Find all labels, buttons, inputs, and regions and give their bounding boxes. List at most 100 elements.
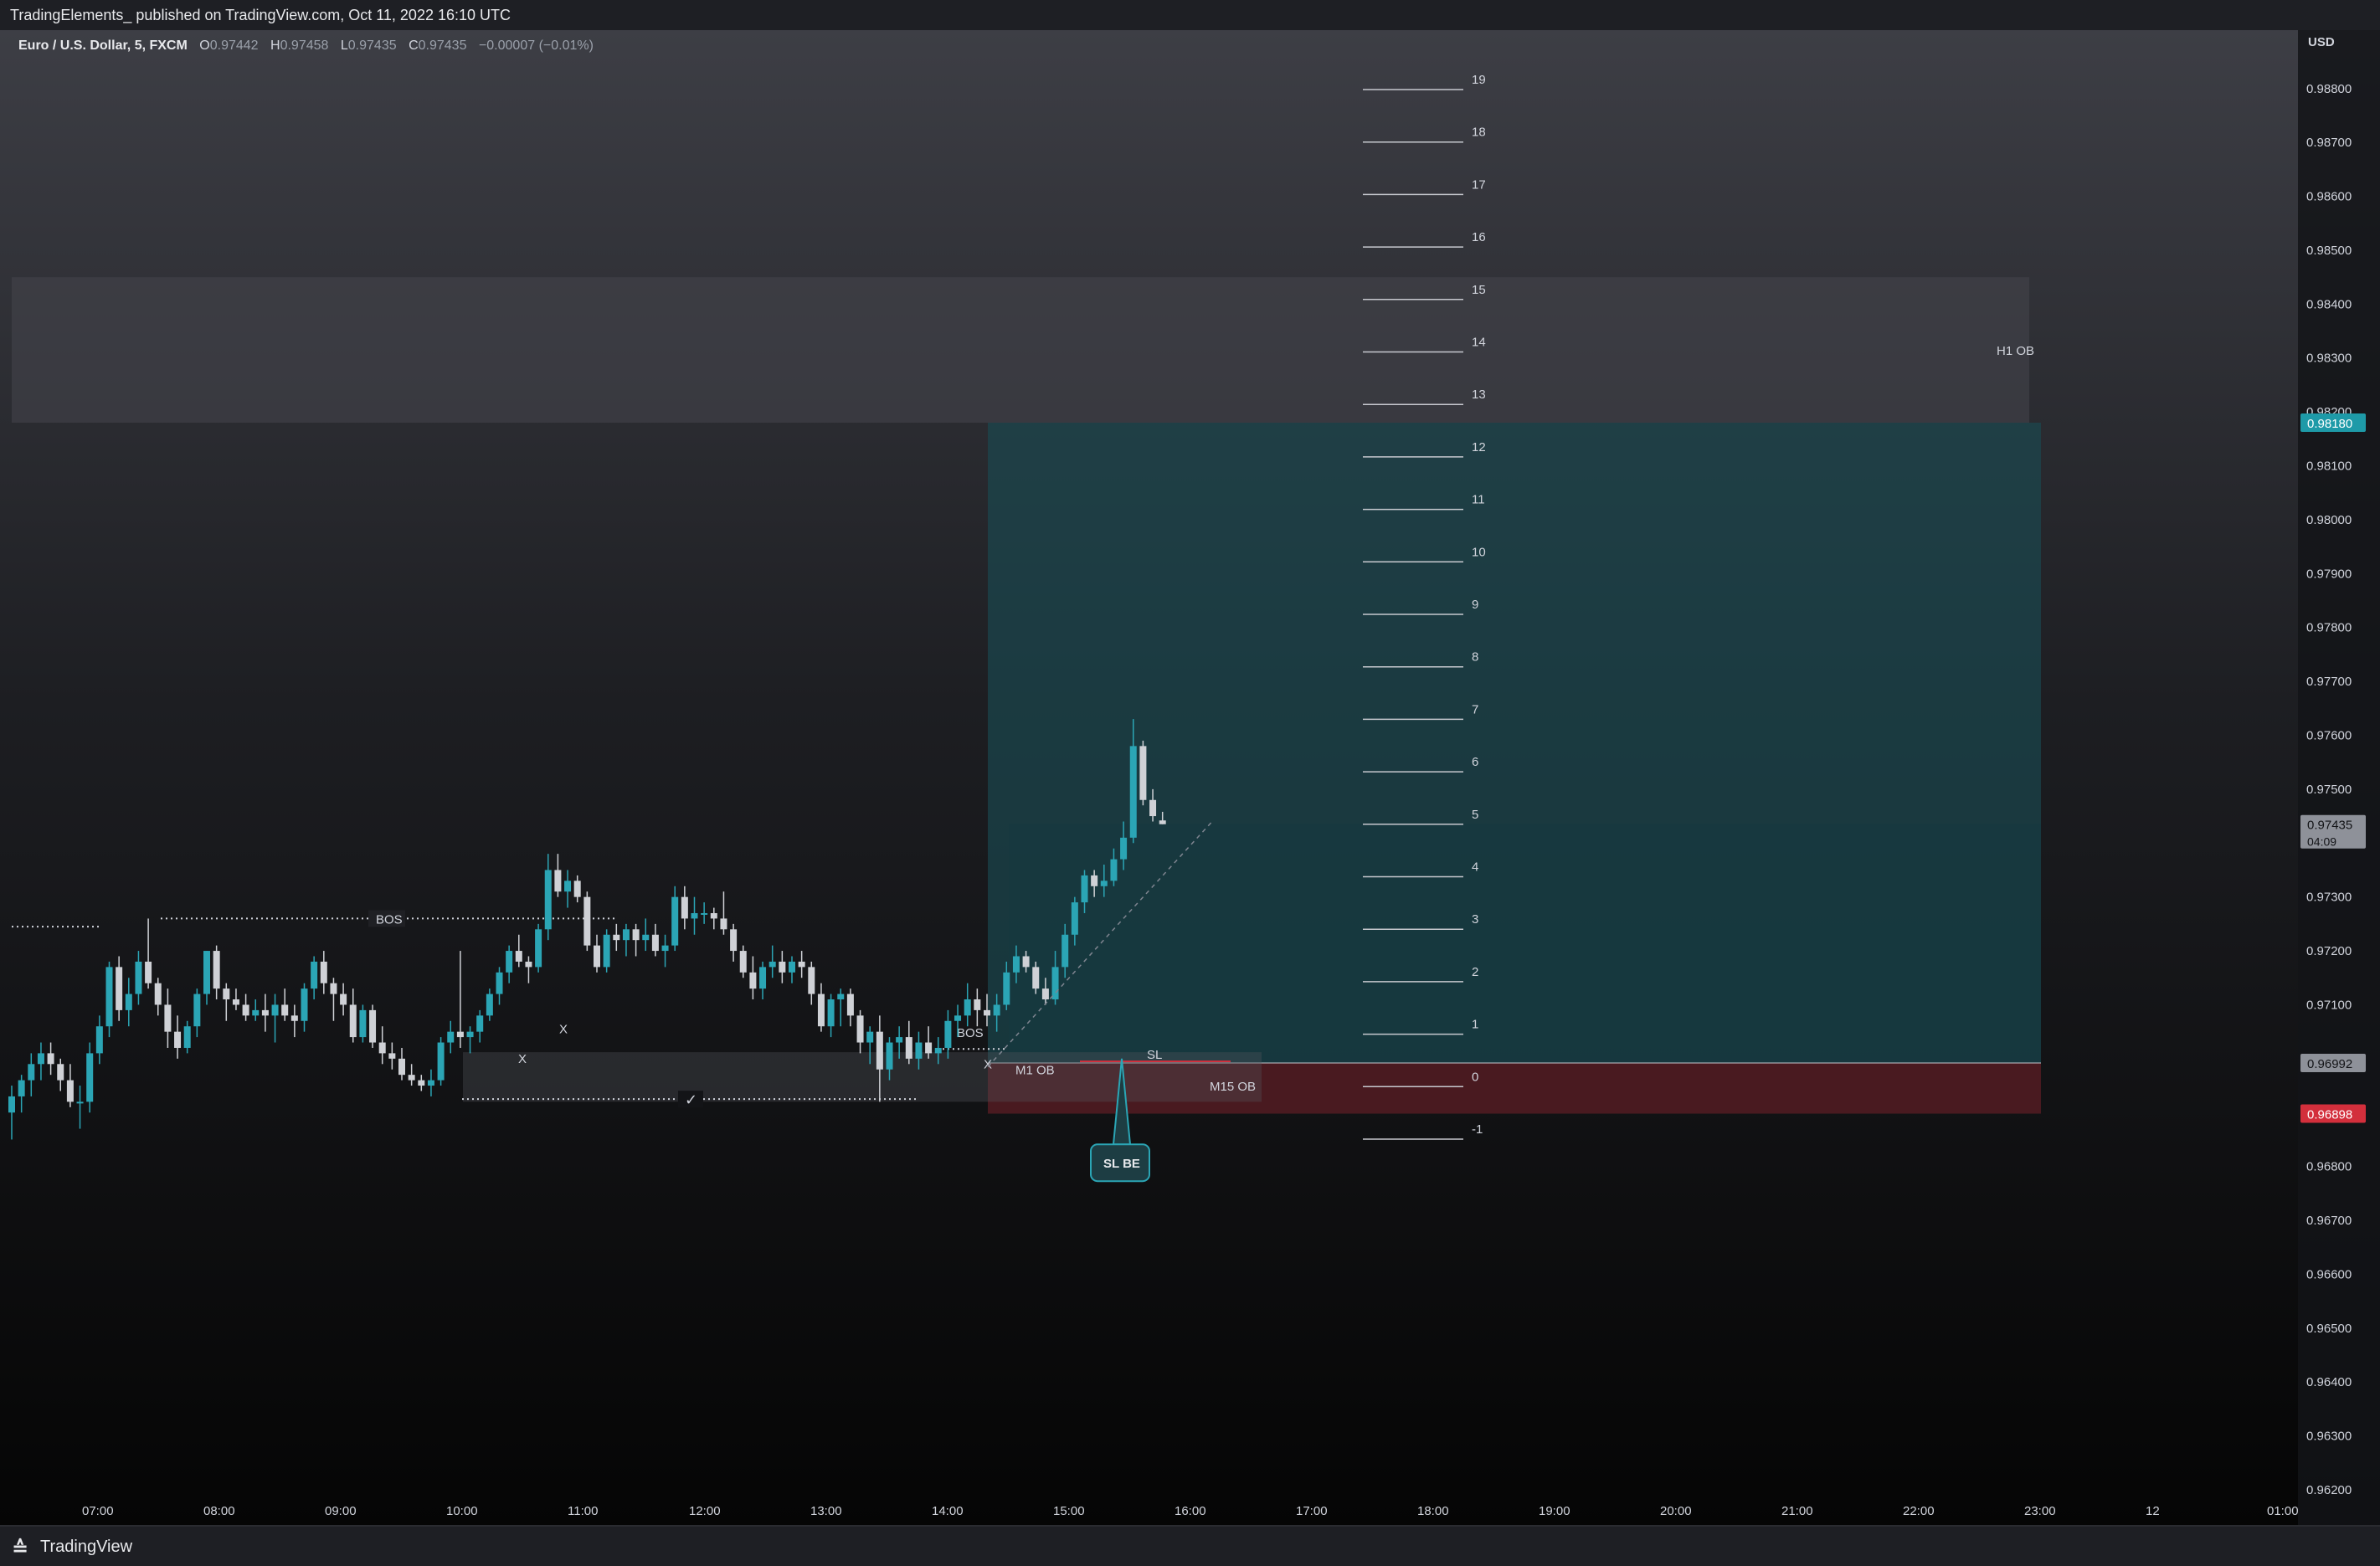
low-value: 0.97435 <box>347 39 397 53</box>
candle-body <box>613 934 620 941</box>
candle-body <box>701 912 708 915</box>
price-tick: 0.97900 <box>2306 567 2352 581</box>
candle-body <box>1139 746 1147 800</box>
candle-body <box>232 999 239 1005</box>
candle-body <box>330 983 337 994</box>
time-tick: 08:00 <box>203 1504 235 1518</box>
fib-label-17: 17 <box>1472 177 1486 192</box>
close-value: 0.97435 <box>418 39 467 53</box>
candle-body <box>846 994 854 1016</box>
candle-body <box>496 972 503 994</box>
price-tick: 0.98000 <box>2306 513 2352 527</box>
candle-body <box>720 918 727 930</box>
change-value: −0.00007 (−0.01%) <box>478 39 594 53</box>
fib-label-9: 9 <box>1472 598 1478 612</box>
open-pnl-zone <box>1009 824 2041 1063</box>
candle-body <box>896 1037 903 1043</box>
price-tick: 0.97300 <box>2306 891 2352 905</box>
candle-body <box>1071 902 1078 935</box>
fib-label-2: 2 <box>1472 965 1478 979</box>
time-tick: 12:00 <box>689 1504 721 1518</box>
time-tick: 10:00 <box>446 1504 478 1518</box>
candle-body <box>856 1015 864 1043</box>
candle-body <box>1051 967 1059 1000</box>
candle-body <box>66 1080 74 1102</box>
candle-body <box>808 967 815 994</box>
candle-body <box>739 951 747 973</box>
candle-body <box>622 929 630 941</box>
candle-body <box>730 929 738 952</box>
candle-body <box>691 912 698 919</box>
price-tick: 0.98700 <box>2306 136 2352 150</box>
symbol-name[interactable]: Euro / U.S. Dollar, 5, FXCM <box>18 39 188 53</box>
candle-body <box>466 1031 474 1038</box>
candle-body <box>1081 875 1088 903</box>
time-tick: 20:00 <box>1660 1504 1692 1518</box>
sl-be-label: SL BE <box>1103 1157 1140 1171</box>
candle-body <box>798 961 805 968</box>
candle-body <box>281 1004 289 1016</box>
candle-body <box>594 945 600 968</box>
candle-body <box>974 999 981 1010</box>
price-badge-label-target: 0.98180 <box>2307 417 2352 431</box>
candle-body <box>1120 837 1128 860</box>
candle-body <box>837 994 845 1000</box>
candle-body <box>28 1064 35 1081</box>
candle-body <box>105 967 113 1027</box>
candle-body <box>1012 956 1020 973</box>
fib-label-8: 8 <box>1472 650 1478 665</box>
candle-body <box>1061 934 1069 968</box>
open-label: O <box>199 39 210 53</box>
check-mark: ✓ <box>685 1091 697 1108</box>
m15-ob-label: M15 OB <box>1210 1080 1256 1094</box>
fib-label-4: 4 <box>1472 860 1478 875</box>
candle-body <box>525 961 532 968</box>
candle-body <box>349 1004 357 1038</box>
candle-body <box>671 896 679 946</box>
tradingview-brand[interactable]: TradingView <box>40 1538 132 1557</box>
candle-body <box>934 1047 942 1054</box>
chart-area[interactable]: H1 OB M15 OB M1 OB SL BOS ✓ BOS 19 18 17 16 15 14 13 1… <box>0 30 2380 1525</box>
fib-label-10: 10 <box>1472 545 1486 559</box>
candle-body <box>1032 967 1040 989</box>
candle-body <box>544 870 552 930</box>
time-tick: 21:00 <box>1781 1504 1813 1518</box>
fib-label-6: 6 <box>1472 755 1478 769</box>
candle-body <box>876 1031 883 1070</box>
price-tick: 0.97500 <box>2306 783 2352 797</box>
candle-body <box>145 961 152 983</box>
candle-body <box>359 1009 367 1038</box>
candle-body <box>213 951 220 989</box>
time-tick: 09:00 <box>325 1504 357 1518</box>
price-tick: 0.98500 <box>2306 244 2352 258</box>
sl-label: SL <box>1147 1048 1162 1062</box>
candle-body <box>632 929 640 941</box>
fib-label--1: -1 <box>1472 1122 1483 1137</box>
price-tick: 0.96400 <box>2306 1375 2352 1389</box>
candle-body <box>1091 875 1098 886</box>
price-chart[interactable]: H1 OBM15 OBM1 OBSLBOS✓BOS191817161514131… <box>0 30 2380 1525</box>
bos-label-2: BOS <box>957 1026 984 1040</box>
candle-body <box>193 994 201 1027</box>
currency-label: USD <box>2308 35 2335 49</box>
candle-body <box>817 994 825 1027</box>
candle-body <box>768 961 776 968</box>
high-value: 0.97458 <box>280 39 329 53</box>
candle-body <box>37 1053 44 1065</box>
price-tick: 0.98600 <box>2306 190 2352 204</box>
candle-body <box>8 1096 15 1113</box>
price-tick: 0.98400 <box>2306 297 2352 311</box>
tradingview-logo-icon[interactable]: ≙ <box>12 1537 28 1561</box>
candle-body <box>456 1031 464 1038</box>
candle-body <box>203 951 210 994</box>
candle-body <box>1041 988 1049 1000</box>
candle-body <box>301 988 308 1021</box>
publish-info: TradingElements_ published on TradingVie… <box>10 7 511 23</box>
fib-label-15: 15 <box>1472 283 1486 297</box>
price-tick: 0.98100 <box>2306 460 2352 474</box>
price-tick: 0.97200 <box>2306 944 2352 958</box>
time-tick: 11:00 <box>568 1504 598 1518</box>
price-badge-label-last-price: 0.97435 <box>2307 819 2352 833</box>
fib-label-12: 12 <box>1472 440 1486 454</box>
candle-body <box>290 1015 298 1021</box>
